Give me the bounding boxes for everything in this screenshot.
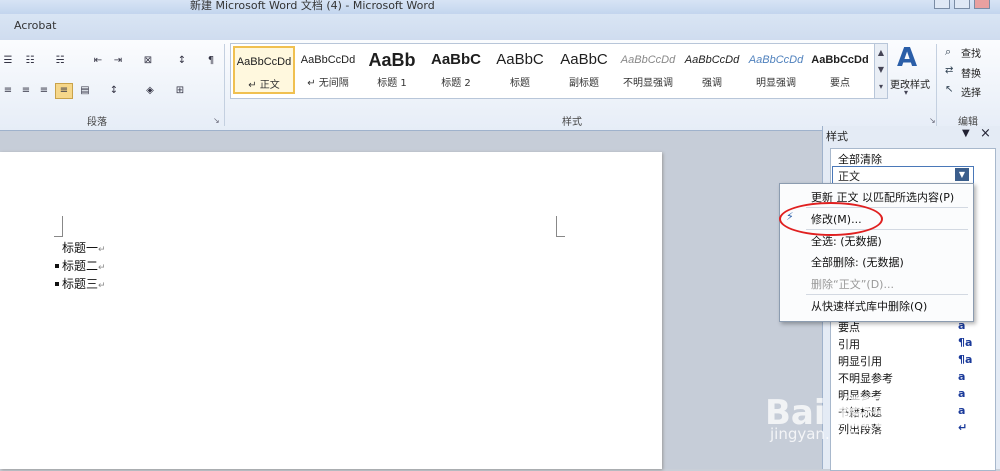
character-style-icon: a	[958, 404, 966, 417]
style-tile-strong[interactable]: AaBbCcDd 要点	[809, 46, 871, 94]
paragraph-mark-icon: ↵	[98, 245, 106, 255]
character-style-icon: a	[958, 370, 966, 383]
increase-indent-icon[interactable]: ⇥	[110, 54, 126, 68]
linked-style-icon: ¶a	[958, 336, 973, 349]
doc-line[interactable]: 标题一↵	[62, 239, 106, 256]
gallery-scroll[interactable]: ▲ ▼ ▾	[874, 43, 888, 99]
style-tile-no-spacing[interactable]: AaBbCcDd ↵ 无间隔	[297, 46, 359, 94]
current-style-row[interactable]: 正文	[832, 166, 974, 184]
change-styles-icon[interactable]: A	[892, 44, 922, 72]
chevron-up-icon[interactable]: ▲	[875, 44, 887, 61]
style-item[interactable]: 引用	[838, 336, 860, 352]
show-marks-icon[interactable]: ¶	[203, 54, 219, 68]
document-page[interactable]: 标题一↵ 标题二↵ 标题三↵	[0, 152, 662, 469]
decrease-indent-icon[interactable]: ⇤	[90, 54, 106, 68]
more-icon[interactable]: ▾	[875, 78, 887, 95]
style-tile-heading2[interactable]: AaBbC 标题 2	[425, 46, 487, 94]
title-bar: 新建 Microsoft Word 文档 (4) - Microsoft Wor…	[0, 0, 1000, 14]
find-button[interactable]: 查找	[961, 45, 981, 60]
chevron-down-icon[interactable]: ▼	[875, 61, 887, 78]
sort-icon[interactable]: ↕	[174, 54, 190, 68]
menu-item-remove-from-gallery[interactable]: 从快速样式库中删除(Q)	[811, 298, 927, 314]
align-left-icon[interactable]: ≡	[0, 84, 16, 98]
replace-icon[interactable]: ⇄	[945, 65, 953, 76]
style-item[interactable]: 不明显参考	[838, 370, 893, 386]
pane-options-icon[interactable]: ▼	[962, 128, 970, 139]
find-icon[interactable]: ⌕	[945, 45, 951, 59]
chinese-layout-icon[interactable]: ⊠	[140, 54, 156, 68]
chevron-down-icon[interactable]: ▾	[904, 88, 908, 97]
paragraph-style-icon: ↵	[958, 421, 968, 434]
select-icon[interactable]: ↖	[945, 84, 953, 95]
menu-item-delete-style[interactable]: 删除“正文”(D)...	[811, 276, 894, 292]
styles-pane-title: 样式	[826, 130, 848, 143]
divider	[936, 44, 937, 126]
bullet-icon	[55, 264, 59, 268]
numbering-icon[interactable]: ☷	[22, 54, 38, 68]
line-spacing-icon[interactable]: ↕	[106, 84, 122, 98]
crop-mark	[556, 216, 565, 237]
replace-button[interactable]: 替换	[961, 65, 981, 80]
group-label-paragraph: 段落	[87, 117, 107, 128]
borders-icon[interactable]: ⊞	[172, 84, 188, 98]
bullet-icon	[55, 282, 59, 286]
paragraph-mark-icon: ↵	[98, 281, 106, 291]
distribute-icon[interactable]: ▤	[77, 84, 93, 98]
window-controls	[934, 0, 994, 10]
close-button[interactable]	[974, 0, 990, 9]
paragraph-dialog-launcher-icon[interactable]: ↘	[213, 116, 220, 125]
style-item[interactable]: 明显引用	[838, 353, 882, 369]
paragraph-mark-icon: ↵	[98, 263, 106, 273]
divider	[224, 44, 225, 126]
change-styles-button[interactable]: 更改样式	[890, 76, 930, 91]
style-tile-emphasis[interactable]: AaBbCcDd 强调	[681, 46, 743, 94]
style-tile-title[interactable]: AaBbC 标题	[489, 46, 551, 94]
doc-line[interactable]: 标题二↵	[62, 257, 106, 274]
styles-dialog-launcher-icon[interactable]: ↘	[929, 116, 936, 125]
highlight-oval	[779, 202, 883, 236]
style-tile-heading1[interactable]: AaBb 标题 1	[361, 46, 423, 94]
multilevel-list-icon[interactable]: ☵	[52, 54, 68, 68]
justify-icon[interactable]: ≡	[55, 83, 73, 99]
tab-acrobat[interactable]: Acrobat	[14, 19, 56, 32]
watermark-url: jingyan.baidu.com	[770, 425, 909, 443]
crop-mark	[54, 216, 63, 237]
minimize-button[interactable]	[934, 0, 950, 9]
shading-icon[interactable]: ◈	[142, 84, 158, 98]
align-right-icon[interactable]: ≡	[36, 84, 52, 98]
quick-styles-gallery: AaBbCcDd ↵ 正文 AaBbCcDd ↵ 无间隔 AaBb 标题 1 A…	[230, 43, 876, 99]
align-center-icon[interactable]: ≡	[18, 84, 34, 98]
bullets-icon[interactable]: ☰	[0, 54, 16, 68]
close-icon[interactable]: ×	[980, 126, 991, 141]
ribbon-tab-row: Acrobat	[0, 14, 1000, 40]
doc-line[interactable]: 标题三↵	[62, 275, 106, 292]
character-style-icon: a	[958, 387, 966, 400]
group-label-styles: 样式	[562, 117, 582, 128]
window-title: 新建 Microsoft Word 文档 (4) - Microsoft Wor…	[190, 0, 435, 12]
linked-style-icon: ¶a	[958, 353, 973, 366]
divider	[806, 294, 968, 295]
style-tile-subtle-emphasis[interactable]: AaBbCcDd 不明显强调	[617, 46, 679, 94]
chevron-down-icon[interactable]: ▼	[955, 168, 969, 181]
style-tile-subtitle[interactable]: AaBbC 副标题	[553, 46, 615, 94]
menu-item-delete-all[interactable]: 全部删除: (无数据)	[811, 254, 904, 270]
select-button[interactable]: 选择	[961, 84, 981, 99]
style-tile-intense-emphasis[interactable]: AaBbCcDd 明显强调	[745, 46, 807, 94]
clear-all-item[interactable]: 全部清除	[838, 151, 882, 167]
style-tile-normal[interactable]: AaBbCcDd ↵ 正文	[233, 46, 295, 94]
maximize-button[interactable]	[954, 0, 970, 9]
